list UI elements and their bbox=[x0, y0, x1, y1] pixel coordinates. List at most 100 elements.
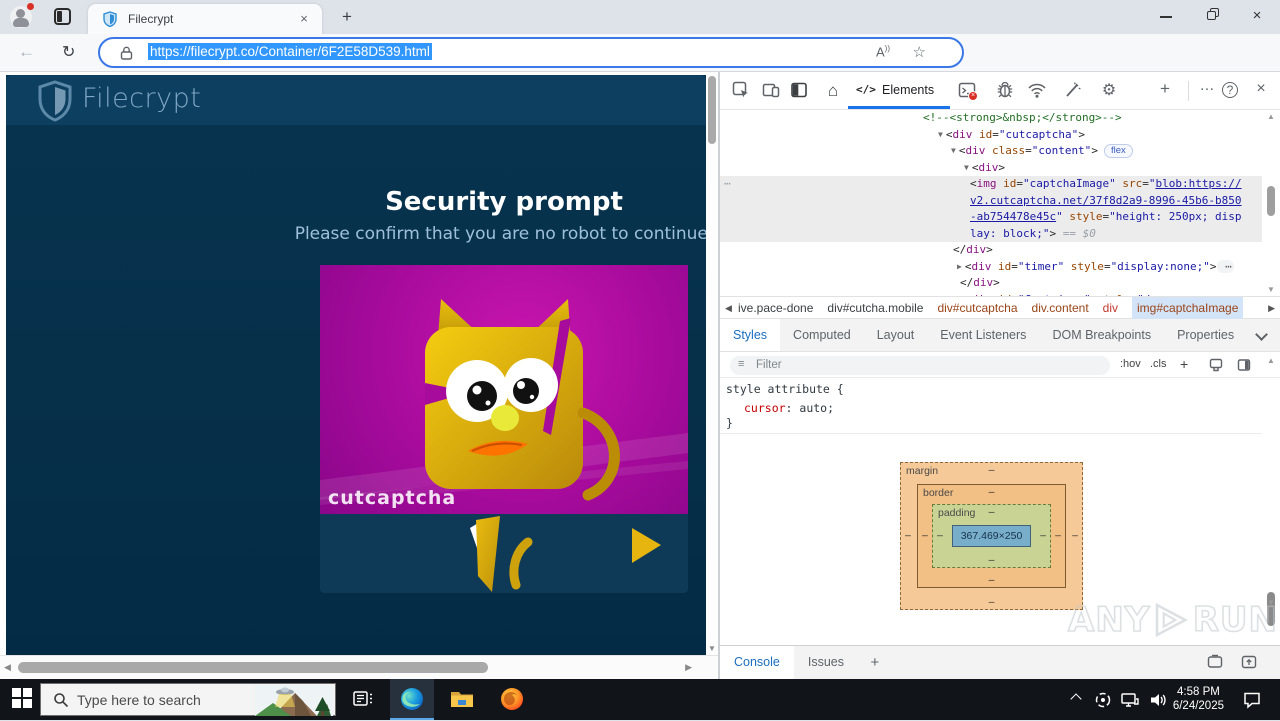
code-line[interactable]: </div> bbox=[720, 242, 1262, 259]
code-line[interactable]: -ab754478e45c" style="height: 250px; dis… bbox=[720, 209, 1262, 226]
dock-side-icon[interactable] bbox=[788, 80, 810, 102]
crumb-scroll-right-icon[interactable]: ▶ bbox=[1268, 303, 1275, 314]
customize-devtools-icon[interactable]: … bbox=[1196, 77, 1218, 99]
captcha-image[interactable]: cutcaptcha bbox=[320, 265, 688, 514]
border-bottom-value[interactable]: – bbox=[989, 574, 995, 586]
scroll-left-icon[interactable]: ◀ bbox=[4, 662, 11, 673]
padding-right-value[interactable]: – bbox=[1040, 529, 1046, 541]
new-tab-button[interactable]: + bbox=[338, 8, 356, 26]
rendering-brush-icon[interactable] bbox=[1208, 357, 1224, 378]
code-line[interactable]: <!--<strong>&nbsp;</strong>--> bbox=[720, 110, 1262, 127]
volume-icon[interactable] bbox=[1148, 691, 1168, 714]
close-window-button[interactable]: × bbox=[1234, 0, 1280, 32]
captcha-panel[interactable] bbox=[320, 514, 688, 593]
device-toolbar-icon[interactable] bbox=[760, 80, 782, 102]
application-gear-icon[interactable]: ⚙ bbox=[1098, 80, 1120, 102]
styles-scrollbar[interactable]: ▲ ▼ bbox=[1262, 352, 1280, 645]
taskbar-firefox-icon[interactable] bbox=[490, 679, 534, 720]
page-horizontal-scrollbar[interactable]: ◀ ▶ bbox=[0, 655, 718, 679]
breadcrumb-item[interactable]: ive.pace-done bbox=[738, 297, 813, 319]
new-style-rule-button[interactable]: + bbox=[1180, 356, 1188, 372]
code-line[interactable]: ▼ <div> bbox=[720, 160, 1262, 177]
toggle-hover-state[interactable]: :hov bbox=[1120, 358, 1141, 370]
taskbar-edge-icon[interactable] bbox=[390, 679, 434, 720]
close-devtools-icon[interactable]: × bbox=[1250, 80, 1272, 102]
border-left-value[interactable]: – bbox=[922, 529, 928, 541]
tab-dom-breakpoints[interactable]: DOM Breakpoints bbox=[1039, 319, 1164, 351]
help-icon[interactable]: ? bbox=[1222, 82, 1238, 98]
styles-scroll-up-icon[interactable]: ▲ bbox=[1262, 356, 1280, 365]
restore-button[interactable] bbox=[1189, 0, 1235, 32]
profile-avatar[interactable] bbox=[10, 2, 35, 28]
code-line[interactable]: ⋯ <img id="captchaImage" src="blob:https:… bbox=[720, 176, 1262, 193]
hscroll-thumb[interactable] bbox=[18, 662, 488, 673]
code-line[interactable]: v2.cutcaptcha.net/37f8d2a9-8996-45b6-b85… bbox=[720, 192, 1262, 209]
box-model-margin[interactable]: margin – – – – border – – – – padding – … bbox=[900, 462, 1083, 610]
favorite-star-icon[interactable]: ☆ bbox=[913, 43, 926, 61]
performance-wand-icon[interactable] bbox=[1062, 80, 1084, 102]
inspect-element-icon[interactable] bbox=[730, 80, 752, 102]
add-drawer-tab-button[interactable]: + bbox=[862, 654, 887, 671]
code-line[interactable]: ▼ <div id="cutcaptcha"> bbox=[720, 127, 1262, 144]
expand-drawer-icon[interactable] bbox=[1240, 653, 1258, 676]
action-center-icon[interactable] bbox=[1242, 690, 1262, 714]
tree-scroll-up-icon[interactable]: ▲ bbox=[1262, 112, 1280, 121]
taskbar-search-box[interactable]: Type here to search bbox=[40, 683, 336, 716]
margin-left-value[interactable]: – bbox=[905, 529, 911, 541]
drawer-tab-issues[interactable]: Issues bbox=[794, 646, 858, 679]
box-model-padding[interactable]: padding – – – – 367.469×250 bbox=[932, 504, 1051, 568]
code-line[interactable]: ▶ <div id="timer" style="display:none;"> … bbox=[720, 259, 1262, 276]
tree-scroll-thumb[interactable] bbox=[1267, 186, 1275, 216]
tree-scrollbar[interactable]: ▲ ▼ bbox=[1262, 110, 1280, 296]
tab-close-icon[interactable]: × bbox=[296, 11, 312, 27]
taskbar-file-explorer-icon[interactable] bbox=[440, 679, 484, 720]
tree-scroll-down-icon[interactable]: ▼ bbox=[1262, 285, 1280, 294]
styles-filter-input[interactable]: ≡ Filter bbox=[730, 356, 1110, 375]
address-bar[interactable]: https://filecrypt.co/Container/6F2E58D53… bbox=[98, 37, 964, 68]
tab-layout[interactable]: Layout bbox=[864, 319, 928, 351]
flex-badge[interactable]: flex bbox=[1103, 144, 1133, 158]
reload-button[interactable]: ↻ bbox=[62, 42, 75, 62]
back-button[interactable]: ← bbox=[18, 42, 35, 62]
toggle-element-classes[interactable]: .cls bbox=[1150, 358, 1167, 370]
padding-top-value[interactable]: – bbox=[989, 506, 995, 518]
overflow-chevron-icon[interactable] bbox=[1255, 328, 1268, 341]
more-tools-plus-icon[interactable]: + bbox=[1154, 79, 1176, 101]
tray-agent-icon[interactable] bbox=[1094, 691, 1112, 714]
margin-right-value[interactable]: – bbox=[1072, 529, 1078, 541]
issues-bug-icon[interactable] bbox=[994, 80, 1016, 102]
code-line[interactable]: lay: block;"> == $0 bbox=[720, 225, 1262, 242]
tray-expand-icon[interactable] bbox=[1070, 693, 1082, 705]
task-view-icon[interactable] bbox=[352, 688, 374, 710]
margin-bottom-value[interactable]: – bbox=[989, 596, 995, 608]
rule-declaration[interactable]: cursor: auto; bbox=[744, 401, 834, 415]
breadcrumb-item[interactable]: div#cutcaptcha bbox=[937, 297, 1017, 319]
border-right-value[interactable]: – bbox=[1055, 529, 1061, 541]
page-vertical-scrollbar[interactable]: ▼ bbox=[706, 72, 718, 655]
code-line[interactable]: </div> bbox=[720, 275, 1262, 292]
box-model-border[interactable]: border – – – – padding – – – – 367.469×2… bbox=[917, 484, 1066, 588]
margin-top-value[interactable]: – bbox=[989, 464, 995, 476]
tab-properties[interactable]: Properties bbox=[1164, 319, 1247, 351]
browser-tab[interactable]: Filecrypt × bbox=[88, 4, 322, 34]
box-model-content[interactable]: 367.469×250 bbox=[952, 525, 1031, 547]
line-more-actions-icon[interactable]: ⋯ bbox=[724, 176, 731, 193]
workspaces-icon[interactable] bbox=[54, 8, 71, 25]
home-icon[interactable]: ⌂ bbox=[822, 81, 844, 103]
minimize-button[interactable] bbox=[1143, 0, 1189, 32]
vscroll-thumb[interactable] bbox=[708, 76, 716, 144]
drawer-tab-console[interactable]: Console bbox=[720, 646, 794, 679]
url-text[interactable]: https://filecrypt.co/Container/6F2E58D53… bbox=[148, 43, 432, 60]
search-highlight-art[interactable] bbox=[255, 685, 333, 721]
network-conditions-icon[interactable] bbox=[1026, 80, 1048, 102]
tab-styles[interactable]: Styles bbox=[720, 319, 781, 351]
computed-panel-icon[interactable] bbox=[1236, 357, 1252, 378]
breadcrumb-item[interactable]: div#cutcha.mobile bbox=[827, 297, 923, 319]
style-rule-block[interactable]: style attribute { cursor: auto; } bbox=[720, 378, 1262, 434]
breadcrumb-item[interactable]: img#captchaImage bbox=[1132, 297, 1244, 319]
padding-bottom-value[interactable]: – bbox=[989, 554, 995, 566]
code-line[interactable]: ▼ <div class="content"> flex bbox=[720, 143, 1262, 160]
taskbar-clock[interactable]: 4:58 PM 6/24/2025 bbox=[1173, 685, 1224, 713]
console-sidebar-icon[interactable] bbox=[1206, 653, 1224, 676]
styles-scroll-down-icon[interactable]: ▼ bbox=[1262, 598, 1280, 607]
